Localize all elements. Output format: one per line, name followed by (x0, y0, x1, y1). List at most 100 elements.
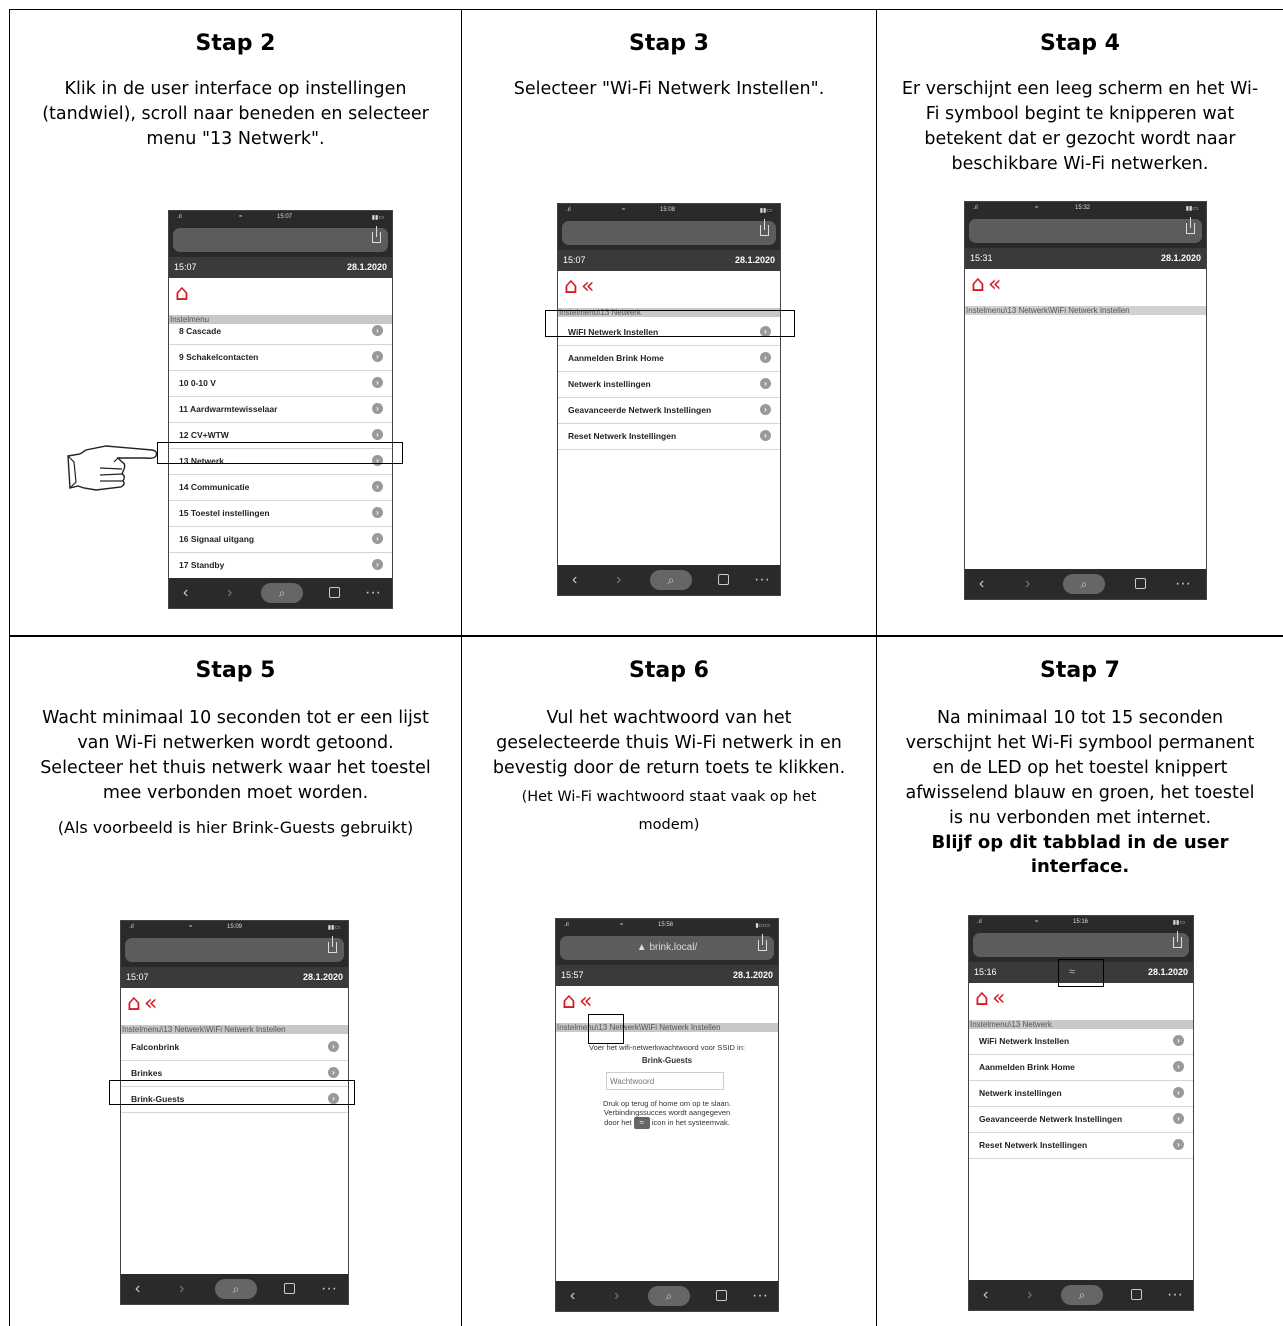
tabs-icon[interactable] (716, 1290, 727, 1301)
address-bar[interactable] (969, 930, 1193, 962)
menu-item[interactable]: Netwerk instellingen › (558, 372, 780, 398)
home-icon[interactable]: ⌂ (971, 272, 985, 297)
step-description: Klik in de user interface op instellinge… (10, 77, 461, 152)
menu-item[interactable]: Geavanceerde Netwerk Instellingen › (558, 398, 780, 424)
password-input[interactable] (606, 1072, 724, 1090)
back-icon[interactable]: ‹ (572, 570, 577, 590)
share-icon[interactable] (1186, 217, 1195, 234)
home-icon[interactable]: ⌂ (562, 989, 576, 1014)
share-icon[interactable] (760, 219, 769, 236)
menu-item[interactable]: 8 Cascade › (169, 319, 392, 345)
forward-icon[interactable]: › (614, 1286, 619, 1306)
home-icon[interactable]: ⌂ (564, 274, 578, 299)
menu-item[interactable]: Reset Netwerk Instellingen › (558, 424, 780, 450)
item-label: 9 Schakelcontacten (179, 352, 259, 362)
header-date: 28.1.2020 (302, 972, 343, 982)
battery-icon: ▮▮▭ (759, 208, 772, 214)
address-bar[interactable] (558, 218, 780, 250)
forward-icon[interactable]: › (616, 570, 621, 590)
ssid-name: Brink-Guests (641, 1056, 693, 1065)
home-icon[interactable]: ⌂ (175, 281, 189, 306)
menu-item[interactable]: 11 Aardwarmtewisselaar › (169, 397, 392, 423)
item-label: Geavanceerde Netwerk Instellingen (568, 405, 712, 415)
search-icon[interactable]: ⌕ (648, 1286, 690, 1306)
forward-icon[interactable]: › (179, 1279, 184, 1299)
menu-item[interactable]: WiFi Netwerk Instellen › (969, 1029, 1193, 1055)
share-icon[interactable] (758, 934, 767, 951)
menu-item[interactable]: 17 Standby › (169, 553, 392, 579)
nav-icons: ⌂ « (562, 989, 595, 1015)
menu-item[interactable]: Aanmelden Brink Home › (969, 1055, 1193, 1081)
chevron-right-icon: › (372, 377, 383, 388)
menu-item[interactable]: Netwerk instellingen › (969, 1081, 1193, 1107)
share-icon[interactable] (328, 936, 337, 953)
forward-icon[interactable]: › (1025, 574, 1030, 594)
menu-item[interactable]: 14 Communicatie › (169, 475, 392, 501)
header-time: 15:07 (126, 972, 149, 982)
wifi-icon: ≈ (1035, 919, 1039, 925)
back-icon[interactable]: ‹ (979, 574, 984, 594)
menu-item[interactable]: 15 Toestel instellingen › (169, 501, 392, 527)
menu-item[interactable]: Reset Netwerk Instellingen › (969, 1133, 1193, 1159)
home-icon[interactable]: ⌂ (127, 991, 141, 1016)
more-icon[interactable]: ··· (754, 570, 770, 590)
address-bar[interactable]: ▲ brink.local/ (556, 933, 778, 965)
search-icon[interactable]: ⌕ (261, 583, 303, 603)
more-icon[interactable]: ··· (365, 583, 381, 603)
status-bar: .ıl ≈ 15:32 ▮▮▭ (965, 202, 1206, 216)
search-icon[interactable]: ⌕ (1061, 1285, 1103, 1305)
address-bar[interactable] (121, 935, 348, 967)
share-icon[interactable] (1173, 931, 1182, 948)
back-icon[interactable]: ‹ (570, 1286, 575, 1306)
step-4-cell: Stap 4 Er verschijnt een leeg scherm en … (877, 10, 1283, 635)
wifi-icon: ≈ (239, 214, 243, 220)
browser-toolbar: ‹ › ⌕ ··· (969, 1280, 1193, 1310)
chevron-right-icon: › (1173, 1113, 1184, 1124)
back-double-icon[interactable]: « (581, 274, 594, 299)
browser-toolbar: ‹ › ⌕ ··· (965, 569, 1206, 599)
home-icon[interactable]: ⌂ (975, 986, 989, 1011)
back-double-icon[interactable]: « (579, 989, 592, 1014)
tabs-icon[interactable] (1135, 578, 1146, 589)
search-icon[interactable]: ⌕ (1063, 574, 1105, 594)
wifi-icon: ≈ (622, 207, 626, 213)
app-header: 15:07 28.1.2020 (558, 250, 780, 271)
phone-screenshot: .ıl ≈ 15:08 ▮▮▭ 15:07 28.1.2020 ⌂ « Inste… (557, 203, 781, 596)
back-icon[interactable]: ‹ (135, 1279, 140, 1299)
emphasis-line: Blijf op dit tabblad in de user (931, 832, 1229, 853)
back-double-icon[interactable]: « (992, 986, 1005, 1011)
back-icon[interactable]: ‹ (183, 583, 188, 603)
menu-item[interactable]: Aanmelden Brink Home › (558, 346, 780, 372)
highlight-box (588, 1014, 624, 1044)
search-icon[interactable]: ⌕ (215, 1279, 257, 1299)
more-icon[interactable]: ··· (1167, 1285, 1183, 1305)
share-icon[interactable] (372, 226, 381, 243)
address-bar[interactable] (169, 225, 392, 257)
back-double-icon[interactable]: « (988, 272, 1001, 297)
menu-item[interactable]: Geavanceerde Netwerk Instellingen › (969, 1107, 1193, 1133)
more-icon[interactable]: ··· (752, 1286, 768, 1306)
item-label: 10 0-10 V (179, 378, 216, 388)
menu-item[interactable]: 16 Signaal uitgang › (169, 527, 392, 553)
forward-icon[interactable]: › (1027, 1285, 1032, 1305)
back-icon[interactable]: ‹ (983, 1285, 988, 1305)
forward-icon[interactable]: › (227, 583, 232, 603)
tabs-icon[interactable] (1131, 1289, 1142, 1300)
address-bar[interactable] (965, 216, 1206, 248)
search-icon[interactable]: ⌕ (650, 570, 692, 590)
menu-item[interactable]: 9 Schakelcontacten › (169, 345, 392, 371)
more-icon[interactable]: ··· (1175, 574, 1191, 594)
phone-screenshot: .ıl ≈ 15:32 ▮▮▭ 15:31 28.1.2020 ⌂ « Inste… (964, 201, 1207, 600)
tabs-icon[interactable] (284, 1283, 295, 1294)
tabs-icon[interactable] (718, 574, 729, 585)
menu-item[interactable]: 10 0-10 V › (169, 371, 392, 397)
network-item[interactable]: Falconbrink › (121, 1035, 348, 1061)
step-description: Na minimaal 10 tot 15 seconden verschijn… (877, 706, 1283, 831)
tabs-icon[interactable] (329, 587, 340, 598)
desc-line: Selecteer "Wi-Fi Netwerk Instellen". (513, 79, 825, 99)
back-double-icon[interactable]: « (144, 991, 157, 1016)
more-icon[interactable]: ··· (321, 1279, 337, 1299)
item-label: Reset Netwerk Instellingen (979, 1140, 1088, 1150)
note-line: (Het Wi-Fi wachtwoord staat vaak op het (521, 789, 817, 805)
wifi-icon: ≈ (620, 922, 624, 928)
